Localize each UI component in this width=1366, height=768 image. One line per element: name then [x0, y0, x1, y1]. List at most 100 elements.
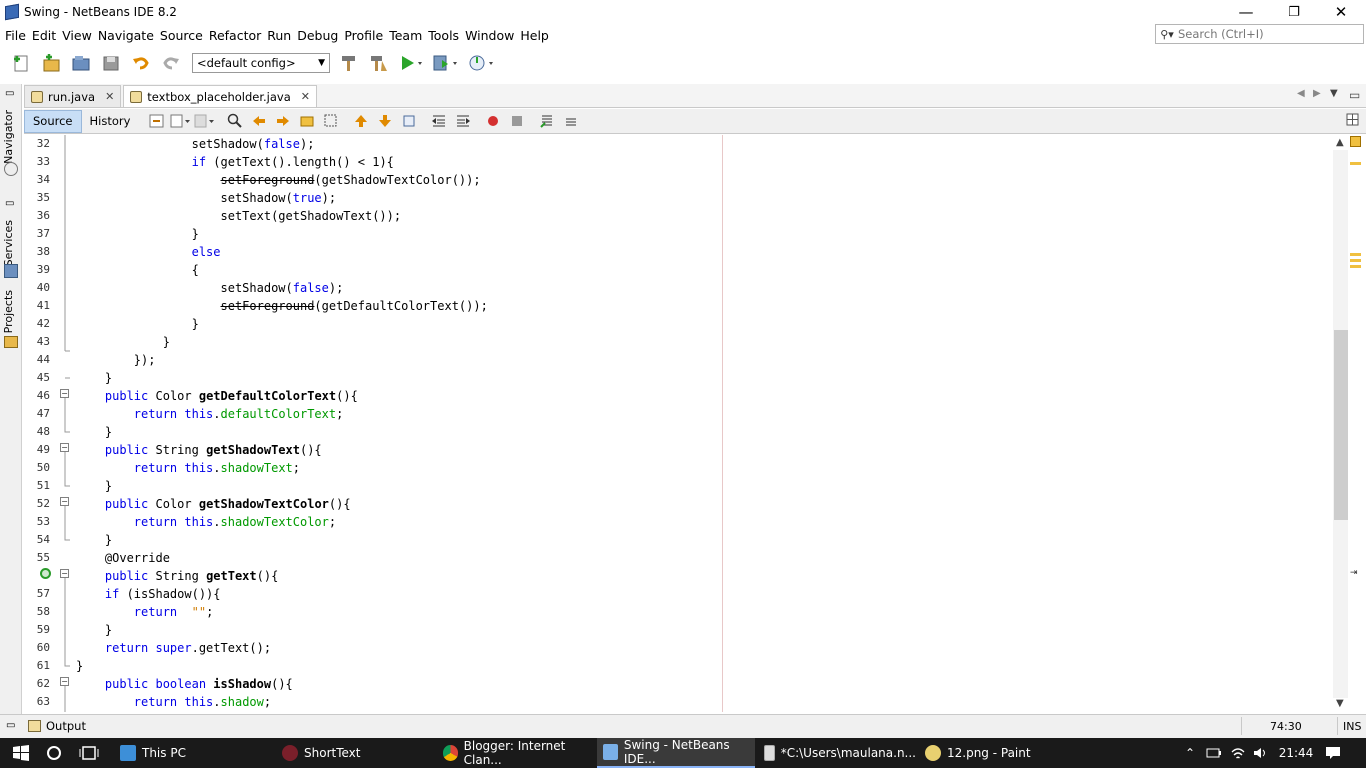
find-next-icon[interactable]: [272, 112, 294, 130]
tab-list-dropdown-icon[interactable]: ▼: [1330, 88, 1338, 99]
fold-toggle[interactable]: −: [60, 443, 69, 452]
close-button[interactable]: ✕: [1318, 0, 1364, 24]
menu-help[interactable]: Help: [517, 28, 552, 43]
new-project-button[interactable]: [38, 52, 64, 74]
menu-source[interactable]: Source: [157, 28, 206, 43]
menu-edit[interactable]: Edit: [29, 28, 59, 43]
previous-bookmark-icon[interactable]: [350, 112, 372, 130]
stop-macro-icon[interactable]: [506, 112, 528, 130]
taskbar-item-paint[interactable]: 12.png - Paint: [919, 738, 1077, 768]
undo-icon[interactable]: [128, 52, 154, 74]
uncomment-icon[interactable]: [560, 112, 582, 130]
minimize-button[interactable]: —: [1223, 0, 1269, 24]
menu-team[interactable]: Team: [386, 28, 425, 43]
tab-textbox-placeholder-java[interactable]: textbox_placeholder.java ✕: [123, 85, 317, 107]
code-line: return this.defaultColorText;: [133, 407, 344, 421]
tab-run-java[interactable]: run.java ✕: [24, 85, 122, 107]
fold-toggle[interactable]: −: [60, 569, 69, 578]
task-view-icon[interactable]: [78, 738, 100, 768]
action-center-icon[interactable]: [1322, 738, 1344, 768]
menu-run[interactable]: Run: [264, 28, 294, 43]
scroll-tabs-left-icon[interactable]: ◀: [1297, 88, 1305, 99]
code-line: return this.shadow;: [133, 695, 272, 709]
taskbar-item-this-pc[interactable]: This PC: [114, 738, 272, 768]
taskbar-item-chrome[interactable]: Blogger: Internet Clan...: [437, 738, 595, 768]
windows-start-icon[interactable]: [10, 738, 32, 768]
scroll-tabs-right-icon[interactable]: ▶: [1313, 88, 1321, 99]
maximize-editor-icon[interactable]: ▭: [1349, 88, 1360, 102]
search-input[interactable]: ⚲▾ Search (Ctrl+I): [1155, 24, 1364, 44]
open-project-button[interactable]: [68, 52, 94, 74]
find-icon[interactable]: [224, 112, 246, 130]
navigator-tab[interactable]: Navigator: [2, 110, 15, 164]
menu-file[interactable]: File: [2, 28, 29, 43]
taskbar-item-notepad[interactable]: *C:\Users\maulana.n...: [758, 738, 916, 768]
debug-icon[interactable]: [430, 52, 462, 74]
menu-refactor[interactable]: Refactor: [206, 28, 264, 43]
run-icon[interactable]: [396, 52, 426, 74]
projects-tab[interactable]: Projects: [2, 290, 15, 333]
line-number: 50: [36, 461, 50, 474]
volume-icon[interactable]: [1252, 738, 1270, 768]
annotation-mark[interactable]: [1350, 253, 1361, 256]
clean-build-icon[interactable]: [366, 52, 392, 74]
source-tab[interactable]: Source: [24, 109, 82, 133]
menu-view[interactable]: View: [59, 28, 95, 43]
config-select[interactable]: <default config> ▼: [192, 53, 330, 73]
fold-toggle[interactable]: −: [60, 677, 69, 686]
shift-right-icon[interactable]: [452, 112, 474, 130]
next-bookmark-icon[interactable]: [374, 112, 396, 130]
status-marker-icon: [1350, 136, 1361, 147]
new-file-button[interactable]: [8, 52, 34, 74]
wifi-icon[interactable]: [1229, 738, 1247, 768]
last-edit-icon[interactable]: [146, 112, 168, 130]
clock[interactable]: 21:44: [1278, 738, 1314, 768]
close-icon[interactable]: ✕: [301, 90, 310, 103]
fold-toggle[interactable]: −: [60, 497, 69, 506]
annotation-mark[interactable]: [1350, 259, 1361, 262]
toggle-bookmark-icon[interactable]: [398, 112, 420, 130]
find-previous-icon[interactable]: [248, 112, 270, 130]
menu-tools[interactable]: Tools: [425, 28, 462, 43]
taskbar-item-shorttext[interactable]: ShortText: [276, 738, 434, 768]
close-icon[interactable]: ✕: [105, 90, 114, 103]
save-all-button[interactable]: [98, 52, 124, 74]
redo-icon[interactable]: [158, 52, 184, 74]
caret-position-icon: ⇥: [1350, 568, 1358, 578]
restore-window-icon[interactable]: ▭: [5, 88, 14, 99]
override-marker-icon[interactable]: [40, 568, 51, 579]
annotation-mark[interactable]: [1350, 265, 1361, 268]
profile-icon[interactable]: [466, 52, 498, 74]
services-tab[interactable]: Services: [2, 220, 15, 266]
menu-window[interactable]: Window: [462, 28, 517, 43]
comment-icon[interactable]: [536, 112, 558, 130]
history-tab[interactable]: History: [82, 110, 139, 133]
cortana-icon[interactable]: [44, 738, 64, 768]
shift-left-icon[interactable]: [428, 112, 450, 130]
scroll-up-icon[interactable]: ▲: [1336, 137, 1344, 148]
output-tab[interactable]: Output: [46, 719, 86, 733]
split-editor-icon[interactable]: [1346, 113, 1360, 130]
menu-debug[interactable]: Debug: [294, 28, 341, 43]
taskbar-item-netbeans[interactable]: Swing - NetBeans IDE...: [597, 738, 755, 768]
chevron-up-icon[interactable]: ⌃: [1182, 738, 1198, 768]
toggle-highlight-icon[interactable]: [296, 112, 318, 130]
start-macro-icon[interactable]: [482, 112, 504, 130]
build-hammer-icon[interactable]: [336, 52, 362, 74]
back-icon[interactable]: [170, 112, 192, 130]
scrollbar-thumb[interactable]: [1334, 330, 1348, 520]
forward-icon[interactable]: [194, 112, 216, 130]
battery-icon[interactable]: [1205, 738, 1223, 768]
maximize-button[interactable]: ❐: [1271, 0, 1317, 24]
netbeans-logo-icon: [5, 3, 19, 21]
title-bar: Swing - NetBeans IDE 8.2 — ❐ ✕: [0, 0, 1366, 24]
rectangular-selection-icon[interactable]: [320, 112, 342, 130]
scroll-down-icon[interactable]: ▼: [1336, 698, 1344, 709]
menu-navigate[interactable]: Navigate: [95, 28, 157, 43]
fold-toggle[interactable]: −: [60, 389, 69, 398]
code-editor[interactable]: setShadow(false); if (getText().length()…: [76, 135, 722, 712]
menu-profile[interactable]: Profile: [341, 28, 386, 43]
restore-window-icon[interactable]: ▭: [5, 198, 14, 209]
annotation-mark[interactable]: [1350, 162, 1361, 165]
restore-output-icon[interactable]: ▭: [6, 720, 15, 731]
